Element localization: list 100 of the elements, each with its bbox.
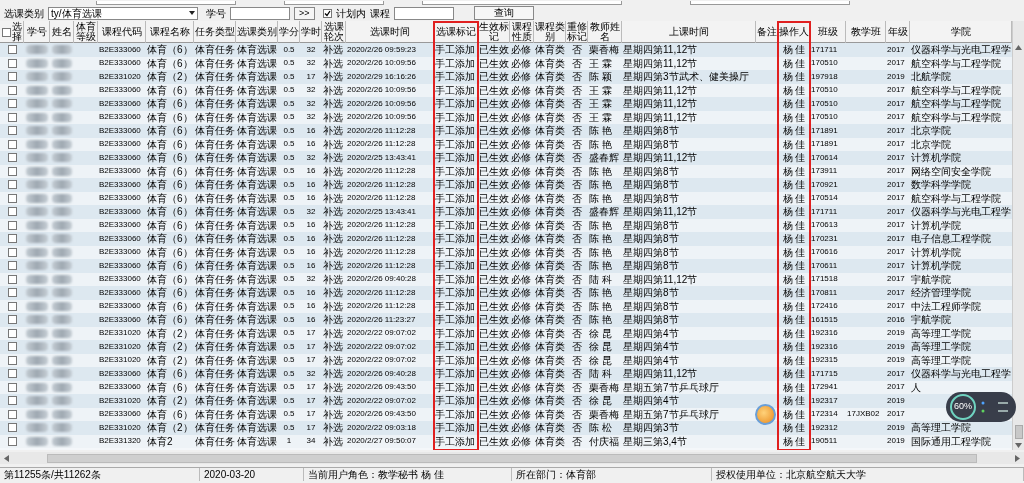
checkbox[interactable]	[1, 27, 11, 37]
student-id-field[interactable]	[230, 6, 290, 20]
checkbox[interactable]	[7, 382, 17, 392]
table-cell: 0.5	[282, 313, 296, 326]
checkbox[interactable]	[7, 328, 17, 338]
checkbox[interactable]	[7, 139, 17, 149]
scroll-right-icon[interactable]	[1015, 454, 1020, 462]
more-button[interactable]: >>	[294, 6, 315, 20]
checkbox[interactable]	[7, 301, 17, 311]
table-cell: B2E333060	[98, 259, 142, 272]
table-cell: 体育（6）	[146, 259, 194, 273]
query-button[interactable]: 查询	[473, 6, 534, 20]
speed-widget[interactable]: 60%	[946, 392, 1016, 422]
table-cell: 体育（6）	[146, 178, 194, 192]
table-cell: 体育选课	[236, 340, 278, 354]
horizontal-scrollbar[interactable]	[0, 452, 1024, 464]
checkbox[interactable]	[7, 288, 17, 298]
table-cell: 否	[571, 394, 583, 408]
table-cell: 王 霖	[588, 110, 613, 124]
table-cell: 栗香梅	[588, 380, 620, 394]
dropdown-field[interactable]	[422, 1, 622, 5]
checkbox[interactable]	[7, 247, 17, 257]
table-cell: 高等理工学院	[910, 353, 972, 367]
checkbox[interactable]	[7, 396, 17, 406]
table-cell: 2017	[886, 205, 906, 218]
dropdown-field[interactable]	[690, 1, 850, 5]
checkbox[interactable]	[7, 58, 17, 68]
checkbox[interactable]	[7, 112, 17, 122]
table-cell: 星期四第4节	[622, 340, 680, 354]
table-cell: 星期四第11,12节	[622, 83, 699, 97]
table-cell: 必修	[510, 164, 532, 178]
table-cell: 电子信息工程学院	[910, 232, 992, 246]
table-cell: 补选	[322, 178, 344, 192]
checkbox[interactable]	[7, 436, 17, 446]
scroll-thumb[interactable]	[47, 453, 977, 463]
table-cell: 192316	[810, 327, 839, 340]
redaction-blur	[52, 301, 72, 311]
scroll-left-icon[interactable]	[4, 454, 9, 462]
checkbox[interactable]	[7, 193, 17, 203]
checkbox[interactable]	[7, 261, 17, 271]
redaction-blur	[52, 396, 72, 406]
table-cell: 170811	[810, 286, 839, 299]
checkbox[interactable]	[7, 180, 17, 190]
table-cell: 手工添加	[434, 97, 476, 111]
checkbox[interactable]	[7, 355, 17, 365]
checkbox[interactable]	[7, 342, 17, 352]
course-field[interactable]	[393, 6, 454, 20]
vertical-scrollbar[interactable]	[1012, 21, 1024, 450]
table-cell: 杨 佳	[781, 286, 807, 300]
checkbox[interactable]	[7, 423, 17, 433]
checkbox[interactable]	[7, 126, 17, 136]
checkbox[interactable]	[7, 369, 17, 379]
table-cell: 补选	[322, 286, 344, 300]
table-cell: 否	[571, 259, 583, 273]
table-cell: 2017	[886, 367, 906, 380]
table-cell: 否	[571, 286, 583, 300]
checkbox[interactable]	[7, 234, 17, 244]
table-cell: 2020/2/26 10:09:56	[346, 97, 417, 110]
checkbox[interactable]	[7, 207, 17, 217]
table-cell: 陈 艳	[588, 259, 613, 273]
table-cell: 手工添加	[434, 421, 476, 435]
table-cell: 必修	[510, 421, 532, 435]
scroll-up-icon[interactable]	[1015, 45, 1022, 50]
table-cell: 杨 佳	[781, 110, 807, 124]
redaction-blur	[52, 274, 72, 284]
table-cell: 杨 佳	[781, 434, 807, 448]
checkbox[interactable]	[7, 315, 17, 325]
dropdown-field[interactable]	[284, 1, 384, 5]
table-cell: 必修	[510, 151, 532, 165]
table-cell: 手工添加	[434, 394, 476, 408]
table-cell: B2E333060	[98, 408, 142, 421]
table-cell: 星期四第4节	[622, 326, 680, 340]
checkbox[interactable]	[7, 166, 17, 176]
table-cell: 体育任务	[194, 353, 236, 367]
category-dropdown[interactable]: ty/体育选课	[48, 6, 198, 20]
table-cell: 必修	[510, 286, 532, 300]
checkbox[interactable]	[7, 85, 17, 95]
checkbox[interactable]	[7, 45, 17, 55]
table-cell: 170510	[810, 57, 839, 70]
table-cell: B2E331020	[98, 327, 142, 340]
table-cell: 手工添加	[434, 56, 476, 70]
scroll-thumb[interactable]	[1014, 425, 1023, 439]
checkbox[interactable]	[7, 274, 17, 284]
redaction-blur	[26, 436, 48, 446]
dropdown-field[interactable]	[96, 1, 236, 5]
scroll-down-icon[interactable]	[1015, 443, 1022, 448]
table-cell: B2E331020	[98, 354, 142, 367]
checkbox[interactable]	[7, 99, 17, 109]
table-cell: B2E333060	[98, 286, 142, 299]
table-cell: 2017	[886, 219, 906, 232]
checkbox[interactable]	[7, 72, 17, 82]
checkbox[interactable]	[7, 409, 17, 419]
checkbox[interactable]	[7, 153, 17, 163]
table-cell: 体育选课	[236, 218, 278, 232]
table-cell: 体育任务	[194, 380, 236, 394]
checkbox[interactable]	[322, 8, 332, 18]
checkbox[interactable]	[7, 220, 17, 230]
table-cell: 仪器科学与光电工程学	[910, 43, 1012, 57]
table-cell: 否	[571, 421, 583, 435]
table-cell: 17	[305, 381, 317, 394]
